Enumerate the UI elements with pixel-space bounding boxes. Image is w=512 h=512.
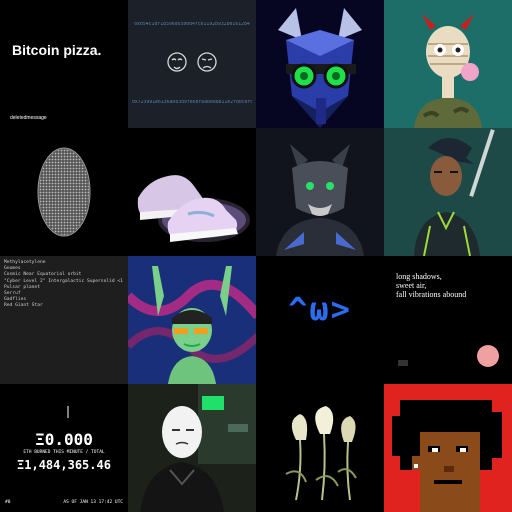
- cryptopunk-art: [384, 384, 512, 512]
- poem-decor: [398, 345, 499, 367]
- nft-tile-sneakers[interactable]: [128, 128, 256, 256]
- nft-tile-mummy-devil[interactable]: [384, 0, 512, 128]
- alien-rocker-art: [128, 256, 256, 384]
- nft-tile-robot-cat[interactable]: [256, 0, 384, 128]
- mummy-devil-art: [384, 0, 512, 128]
- nft-tile-hashes[interactable]: 0x054c1df18596d65b0d4fc61192b932b0161284…: [128, 0, 256, 128]
- nft-tile-alien-rocker[interactable]: [128, 256, 256, 384]
- nft-tile-tulips[interactable]: [256, 384, 384, 512]
- oval-mirror-art: [0, 128, 128, 256]
- face-icons: [167, 52, 217, 72]
- nft-gallery-grid: Bitcoin pizza. deletedmessage 0x054c1df1…: [0, 0, 512, 512]
- ascii-face: ^ω>: [288, 290, 352, 328]
- robot-cat-art: [256, 0, 384, 128]
- sneakers-art: [128, 128, 256, 256]
- burn-corner: #0: [5, 500, 11, 505]
- nft-tile-oval-mirror[interactable]: [0, 128, 128, 256]
- nft-tile-biker-face[interactable]: [128, 384, 256, 512]
- nft-tile-poem[interactable]: long shadows, sweet air, fall vibrations…: [384, 256, 512, 384]
- word-list: Methylacetylene Gnomes Cosmic Near Equat…: [4, 260, 123, 310]
- nft-tile-cryptopunk[interactable]: [384, 384, 512, 512]
- nft-tile-eth-burn[interactable]: Ξ0.000 ETH BURNED THIS MINUTE / TOTAL Ξ1…: [0, 384, 128, 512]
- nft-tile-ascii-face[interactable]: ^ω>: [256, 256, 384, 384]
- nft-tile-wolf-warrior[interactable]: [256, 128, 384, 256]
- burn-value: Ξ0.000: [35, 430, 93, 449]
- hash-bottom: 0x723991e6136a083d9fe6bf8abe88811e2fd0ce…: [132, 100, 252, 105]
- biker-face-art: [128, 384, 256, 512]
- list-line: "Cyber Level 2" Intergalactic Supersolid…: [4, 278, 123, 284]
- wolf-warrior-art: [256, 128, 384, 256]
- nft-tile-anime-warrior[interactable]: [384, 128, 512, 256]
- pizza-title: Bitcoin pizza.: [12, 42, 102, 58]
- nft-tile-bitcoin-pizza[interactable]: Bitcoin pizza. deletedmessage: [0, 0, 128, 128]
- tulips-art: [256, 384, 384, 512]
- burn-date: AS OF JAN 13 17:42 UTC: [63, 500, 123, 505]
- burn-total: Ξ1,484,365.46: [17, 458, 111, 472]
- pizza-footer: deletedmessage: [10, 115, 47, 121]
- anime-warrior-art: [384, 128, 512, 256]
- list-line: Red Giant Star: [4, 303, 43, 309]
- burn-caption: ETH BURNED THIS MINUTE / TOTAL: [23, 450, 105, 455]
- nft-tile-word-list[interactable]: Methylacetylene Gnomes Cosmic Near Equat…: [0, 256, 128, 384]
